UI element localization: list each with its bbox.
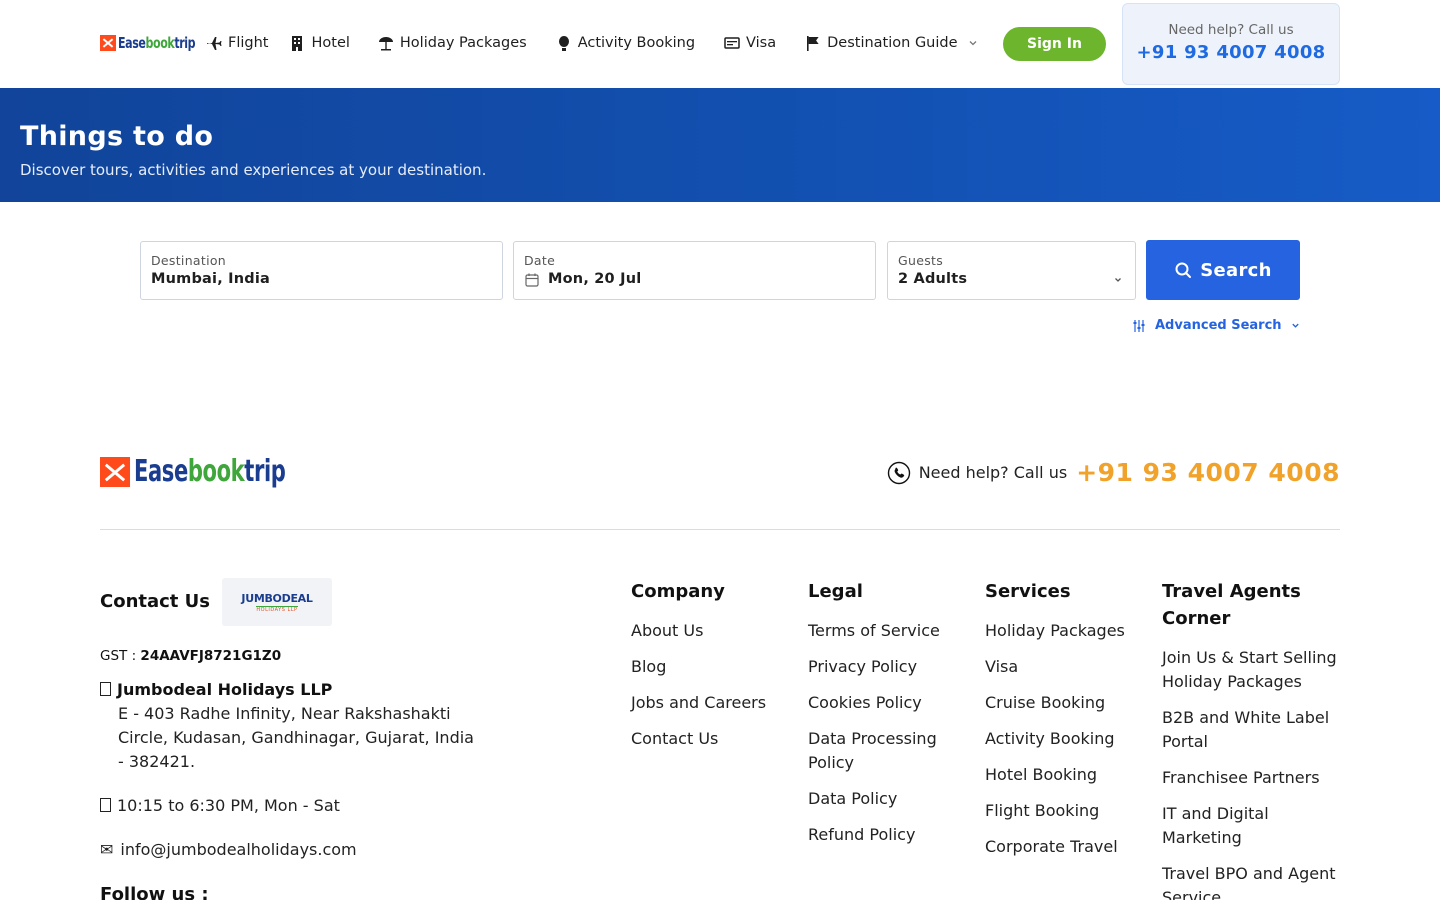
footer-link[interactable]: Travel BPO and Agent Service: [1162, 862, 1340, 900]
help-phone[interactable]: +91 93 4007 4008: [1123, 42, 1339, 63]
destination-value[interactable]: Mumbai, India: [151, 271, 270, 287]
chevron-down-icon: [1115, 278, 1121, 282]
footer-link[interactable]: Blog: [631, 655, 801, 679]
footer-help-phone[interactable]: +91 93 4007 4008: [1076, 458, 1340, 487]
footer-link[interactable]: Cookies Policy: [808, 691, 978, 715]
footer-link[interactable]: Visa: [985, 655, 1155, 679]
footer-col-legal: Legal Terms of Service Privacy Policy Co…: [808, 578, 978, 859]
help-call-box[interactable]: Need help? Call us +91 93 4007 4008: [1122, 3, 1340, 85]
phone-icon: [887, 461, 910, 484]
nav-activity-booking[interactable]: Activity Booking: [556, 35, 695, 51]
company-address: E - 403 Radhe Infinity, Near Rakshashakt…: [118, 704, 474, 771]
search-icon: [1175, 262, 1192, 278]
guests-field[interactable]: Guests 2 Adults: [887, 241, 1136, 300]
footer-link[interactable]: Contact Us: [631, 727, 801, 751]
footer-col-company: Company About Us Blog Jobs and Careers C…: [631, 578, 801, 763]
mail-icon: ✉: [100, 840, 114, 859]
footer-link[interactable]: Flight Booking: [985, 799, 1155, 823]
footer-brand-logo[interactable]: Easebooktrip: [100, 454, 328, 489]
contact-heading: Contact Us: [100, 591, 211, 612]
nav-flight[interactable]: Flight: [206, 35, 268, 51]
hot-air-balloon-icon: [558, 36, 569, 51]
contact-email[interactable]: ✉ info@jumbodealholidays.com: [100, 838, 357, 862]
page-title: Things to do: [20, 121, 214, 152]
building-icon: [292, 36, 303, 51]
footer-link[interactable]: Franchisee Partners: [1162, 766, 1340, 790]
jumbodeal-logo: JUMBODEAL HOLIDAYS LLP: [222, 578, 332, 626]
location-icon: [100, 682, 111, 696]
main-nav: Flight Hotel Holiday Packages Activity B…: [206, 30, 978, 56]
logo-plane-icon: [100, 456, 130, 487]
footer-link[interactable]: Holiday Packages: [985, 619, 1155, 643]
help-text: Need help? Call us: [1168, 22, 1294, 38]
brand-logo[interactable]: Easebooktrip: [100, 32, 212, 54]
chevron-down-icon: [1291, 323, 1299, 328]
business-hours: 10:15 to 6:30 PM, Mon - Sat: [100, 794, 340, 818]
nav-holiday-packages[interactable]: Holiday Packages: [378, 35, 527, 51]
gst-number: GST : 24AAVFJ8721G1Z0: [100, 648, 282, 664]
company-name: Jumbodeal Holidays LLP: [100, 678, 332, 702]
nav-destination-guide[interactable]: Destination Guide: [805, 35, 977, 51]
footer-link[interactable]: About Us: [631, 619, 801, 643]
search-button[interactable]: Search: [1146, 240, 1300, 300]
guests-value[interactable]: 2 Adults: [898, 271, 967, 287]
footer-link[interactable]: Corporate Travel: [985, 835, 1155, 859]
footer-link[interactable]: Data Policy: [808, 787, 978, 811]
flag-icon: [807, 36, 819, 51]
logo-plane-icon: [100, 35, 116, 51]
date-field[interactable]: Date Mon, 20 Jul: [513, 241, 876, 300]
site-header: Easebooktrip Flight Hotel Holiday Packag…: [0, 0, 1440, 88]
footer-link[interactable]: Join Us & Start Selling Holiday Packages: [1162, 646, 1340, 694]
footer-link[interactable]: Jobs and Careers: [631, 691, 801, 715]
footer-link[interactable]: Terms of Service: [808, 619, 978, 643]
footer-link[interactable]: B2B and White Label Portal: [1162, 706, 1340, 754]
footer-link[interactable]: Hotel Booking: [985, 763, 1155, 787]
sliders-icon: [1133, 319, 1145, 332]
date-value[interactable]: Mon, 20 Jul: [548, 271, 641, 287]
footer-divider: [100, 529, 1340, 530]
clock-icon: [100, 798, 111, 812]
destination-field[interactable]: Destination Mumbai, India: [140, 241, 503, 300]
nav-visa[interactable]: Visa: [724, 35, 776, 51]
footer-link[interactable]: Data Processing Policy: [808, 727, 978, 775]
calendar-icon: [525, 273, 539, 287]
hero-banner: Things to do Discover tours, activities …: [0, 88, 1440, 202]
footer-link[interactable]: Refund Policy: [808, 823, 978, 847]
chevron-down-icon: [969, 41, 976, 46]
footer-link[interactable]: Cruise Booking: [985, 691, 1155, 715]
follow-us-heading: Follow us :: [100, 884, 209, 900]
nav-hotel[interactable]: Hotel: [289, 35, 350, 51]
passport-card-icon: [724, 37, 740, 49]
beach-umbrella-icon: [378, 37, 393, 51]
plane-icon: [207, 37, 222, 50]
sign-in-button[interactable]: Sign In: [1003, 27, 1106, 61]
footer-link[interactable]: Privacy Policy: [808, 655, 978, 679]
footer-col-services: Services Holiday Packages Visa Cruise Bo…: [985, 578, 1155, 871]
page-subtitle: Discover tours, activities and experienc…: [20, 161, 487, 179]
advanced-search-toggle[interactable]: Advanced Search: [1132, 318, 1300, 333]
footer-help: Need help? Call us +91 93 4007 4008: [887, 458, 1340, 487]
footer-link[interactable]: IT and Digital Marketing: [1162, 802, 1340, 850]
footer-link[interactable]: Activity Booking: [985, 727, 1155, 751]
footer-col-travel-agents: Travel Agents Corner Join Us & Start Sel…: [1162, 578, 1340, 900]
